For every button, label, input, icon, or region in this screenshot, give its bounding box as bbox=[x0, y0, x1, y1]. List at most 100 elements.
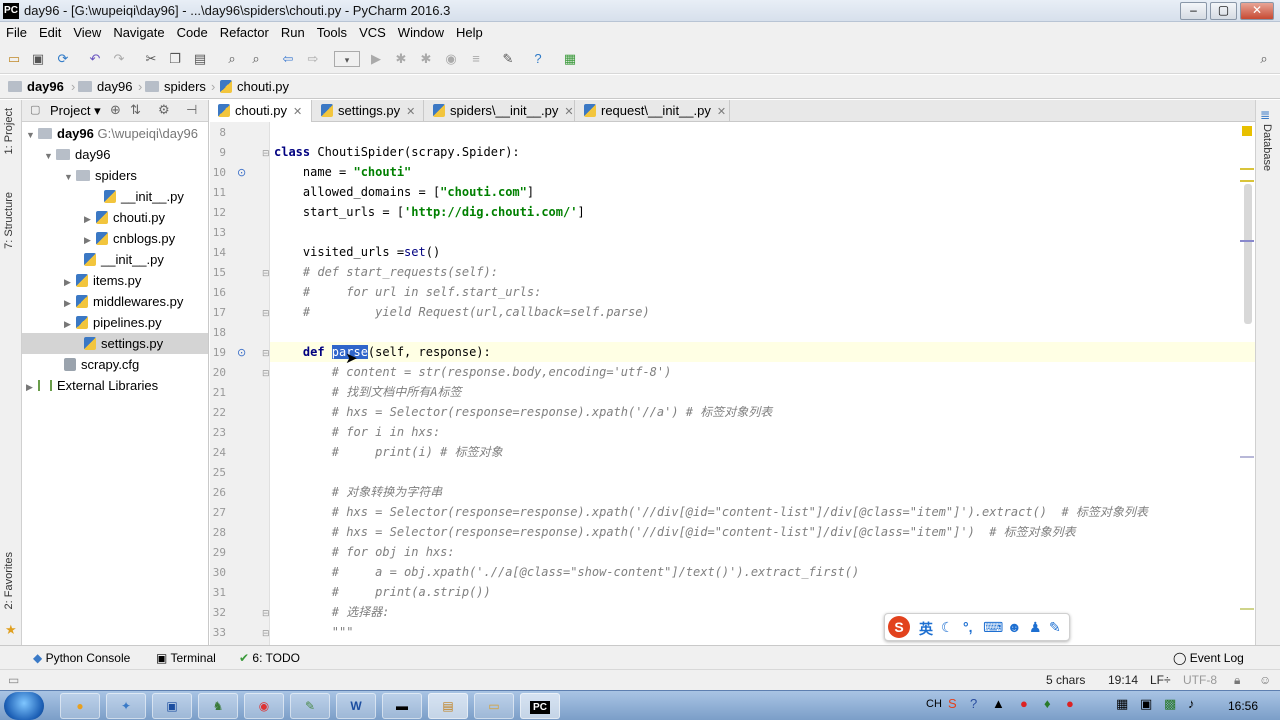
tree-item-middlewares[interactable]: ▶ middlewares.py bbox=[22, 291, 208, 312]
find-icon[interactable]: ⌕ bbox=[224, 51, 240, 67]
minimize-button[interactable]: – bbox=[1180, 2, 1207, 20]
menu-help[interactable]: Help bbox=[450, 22, 489, 40]
wrench-icon[interactable]: ✎ bbox=[1049, 619, 1061, 636]
menu-edit[interactable]: Edit bbox=[33, 22, 67, 40]
tree-item-init[interactable]: __init__.py bbox=[22, 249, 208, 270]
menu-view[interactable]: View bbox=[67, 22, 107, 40]
tray-device-icon[interactable]: ▣ bbox=[1140, 696, 1152, 712]
vertical-scrollbar-thumb[interactable] bbox=[1244, 184, 1252, 324]
tree-item-spiders-init[interactable]: __init__.py bbox=[22, 186, 208, 207]
profile-icon[interactable]: ◉ bbox=[443, 51, 459, 67]
taskbar-cmd[interactable]: ▬ bbox=[382, 693, 422, 719]
coverage-icon[interactable]: ✱ bbox=[418, 51, 434, 67]
forward-icon[interactable]: ⇨ bbox=[305, 51, 321, 67]
menu-tools[interactable]: Tools bbox=[311, 22, 353, 40]
menu-navigate[interactable]: Navigate bbox=[107, 22, 170, 40]
copy-icon[interactable]: ❐ bbox=[167, 51, 183, 67]
fold-icon[interactable]: ⊟ bbox=[262, 348, 270, 359]
keyboard-icon[interactable]: ⌨ bbox=[983, 619, 1003, 636]
gear-icon[interactable]: ⚙ bbox=[158, 102, 170, 118]
close-tab-icon[interactable]: ✕ bbox=[293, 106, 302, 118]
error-stripe-marker[interactable] bbox=[1240, 168, 1254, 170]
cut-icon[interactable]: ✂ bbox=[143, 51, 159, 67]
fold-icon[interactable]: ⊟ bbox=[262, 368, 270, 379]
project-view-dropdown[interactable]: Project ▾ bbox=[50, 103, 101, 119]
code-editor[interactable]: class ChoutiSpider(scrapy.Spider): name … bbox=[270, 122, 1255, 645]
taskbar-app-1[interactable]: ● bbox=[60, 693, 100, 719]
tray-app-icon[interactable]: ▩ bbox=[1164, 696, 1176, 712]
run-config-dropdown[interactable]: ▾ bbox=[334, 51, 360, 67]
taskbar-chrome[interactable]: ◉ bbox=[244, 693, 284, 719]
tree-item-scrapy-cfg[interactable]: scrapy.cfg bbox=[22, 354, 208, 375]
error-stripe-marker[interactable] bbox=[1240, 456, 1254, 458]
tab-settings[interactable]: settings.py ✕ bbox=[313, 100, 424, 122]
taskbar-app-3[interactable]: ▣ bbox=[152, 693, 192, 719]
replace-icon[interactable]: ⌕ bbox=[248, 51, 264, 67]
close-tab-icon[interactable]: ✕ bbox=[406, 106, 415, 118]
tray-help-icon[interactable]: ? bbox=[970, 696, 977, 711]
tab-spiders-init[interactable]: spiders\__init__.py ✕ bbox=[425, 100, 575, 122]
breadcrumb-file[interactable]: chouti.py bbox=[220, 79, 289, 94]
fold-icon[interactable]: ⊟ bbox=[262, 628, 270, 639]
vcs-icon[interactable]: ▦ bbox=[562, 51, 578, 67]
taskbar-word[interactable]: W bbox=[336, 693, 376, 719]
error-stripe-marker[interactable] bbox=[1240, 608, 1254, 610]
tab-structure[interactable]: 7: Structure bbox=[3, 192, 15, 249]
tray-arrow-icon[interactable]: ▲ bbox=[992, 696, 1005, 711]
tab-project[interactable]: 1: Project bbox=[3, 108, 15, 154]
menu-window[interactable]: Window bbox=[392, 22, 450, 40]
tree-item-cnblogs[interactable]: ▶ cnblogs.py bbox=[22, 228, 208, 249]
debug-icon[interactable]: ✱ bbox=[393, 51, 409, 67]
tree-item-settings[interactable]: settings.py bbox=[22, 333, 208, 354]
taskbar-app-4[interactable]: ♞ bbox=[198, 693, 238, 719]
tab-request-init[interactable]: request\__init__.py ✕ bbox=[576, 100, 730, 122]
punctuation-icon[interactable]: °, bbox=[963, 619, 973, 635]
editor-gutter[interactable]: 8 9 10 11 12 13 14 15 16 17 18 19 20 21 … bbox=[210, 122, 290, 645]
tree-item-items[interactable]: ▶ items.py bbox=[22, 270, 208, 291]
tree-item-day96-root[interactable]: ▼ day96 G:\wupeiqi\day96 bbox=[22, 123, 208, 144]
tree-item-spiders[interactable]: ▼ spiders bbox=[22, 165, 208, 186]
menu-refactor[interactable]: Refactor bbox=[214, 22, 275, 40]
settings-icon[interactable]: ✎ bbox=[500, 51, 516, 67]
fold-icon[interactable]: ⊟ bbox=[262, 268, 270, 279]
tray-app-icon[interactable]: ● bbox=[1066, 696, 1074, 711]
redo-icon[interactable]: ↷ bbox=[111, 51, 127, 67]
collapse-icon[interactable]: ⇅ bbox=[130, 102, 141, 118]
taskbar-app-2[interactable]: ✦ bbox=[106, 693, 146, 719]
breadcrumb-spiders[interactable]: spiders bbox=[145, 79, 206, 94]
undo-icon[interactable]: ↶ bbox=[87, 51, 103, 67]
analysis-status-icon[interactable] bbox=[1242, 126, 1252, 136]
line-separator[interactable]: LF÷ bbox=[1150, 673, 1171, 687]
clock[interactable]: 16:56 bbox=[1228, 699, 1258, 713]
tray-app-icon[interactable]: ♦ bbox=[1044, 696, 1051, 711]
breadcrumb-root[interactable]: day96 bbox=[8, 79, 64, 94]
maximize-button[interactable]: ▢ bbox=[1210, 2, 1237, 20]
search-everywhere-icon[interactable]: ⌕ bbox=[1256, 51, 1272, 67]
save-icon[interactable]: ▣ bbox=[30, 51, 46, 67]
tab-database[interactable]: Database bbox=[1261, 124, 1273, 171]
paste-icon[interactable]: ▤ bbox=[192, 51, 208, 67]
user-icon[interactable]: ☻ bbox=[1007, 619, 1022, 635]
volume-icon[interactable]: ♪ bbox=[1188, 696, 1195, 711]
run-icon[interactable]: ▶ bbox=[368, 51, 384, 67]
sogou-logo-icon[interactable]: S bbox=[888, 616, 910, 638]
override-marker-icon[interactable]: ⊙ bbox=[237, 346, 246, 359]
override-marker-icon[interactable]: ⊙ bbox=[237, 166, 246, 179]
close-button[interactable]: ✕ bbox=[1240, 2, 1274, 20]
tree-item-chouti[interactable]: ▶ chouti.py bbox=[22, 207, 208, 228]
fold-icon[interactable]: ⊟ bbox=[262, 308, 270, 319]
fold-icon[interactable]: ⊟ bbox=[262, 148, 270, 159]
caret-position[interactable]: 19:14 bbox=[1108, 673, 1138, 687]
tool-windows-toggle-icon[interactable]: ▭ bbox=[8, 673, 19, 687]
menu-code[interactable]: Code bbox=[171, 22, 214, 40]
tray-app-icon[interactable]: ● bbox=[1020, 696, 1028, 711]
taskbar-pycharm[interactable]: PC bbox=[520, 693, 560, 719]
tray-sogou-icon[interactable]: S bbox=[948, 696, 957, 711]
python-console-button[interactable]: ◆ Python Console bbox=[33, 651, 130, 665]
taskbar-explorer[interactable]: ▭ bbox=[474, 693, 514, 719]
breadcrumb-package[interactable]: day96 bbox=[78, 79, 132, 94]
moon-icon[interactable]: ☾ bbox=[941, 619, 954, 636]
tab-favorites[interactable]: 2: Favorites bbox=[3, 552, 15, 609]
menu-file[interactable]: File bbox=[0, 22, 33, 40]
start-button[interactable] bbox=[4, 692, 44, 720]
